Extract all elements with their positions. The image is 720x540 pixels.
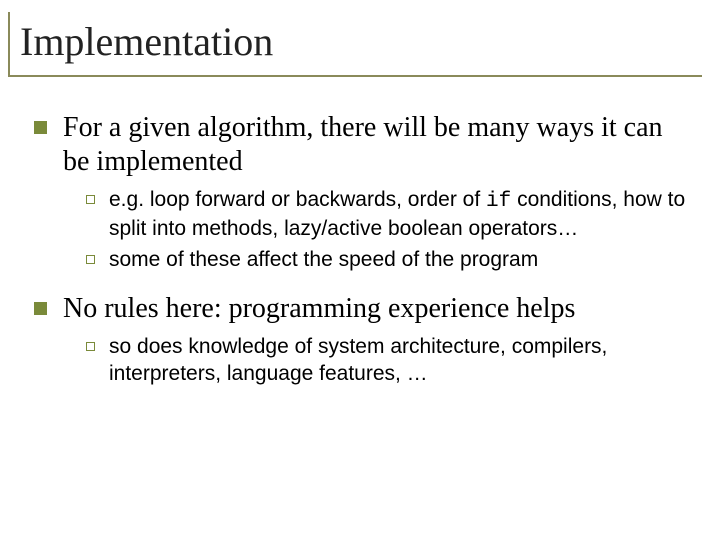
hollow-square-bullet-icon xyxy=(86,342,95,351)
subbullet-group: e.g. loop forward or backwards, order of… xyxy=(34,187,690,274)
slide-content: For a given algorithm, there will be man… xyxy=(6,111,702,388)
square-bullet-icon xyxy=(34,121,47,134)
hollow-square-bullet-icon xyxy=(86,255,95,264)
square-bullet-icon xyxy=(34,302,47,315)
bullet-level2: so does knowledge of system architecture… xyxy=(86,334,690,388)
subbullet-text: some of these affect the speed of the pr… xyxy=(109,247,538,274)
title-container: Implementation xyxy=(8,12,702,77)
bullet-level1: For a given algorithm, there will be man… xyxy=(34,111,690,179)
bullet-level2: some of these affect the speed of the pr… xyxy=(86,247,690,274)
subbullet-group: so does knowledge of system architecture… xyxy=(34,334,690,388)
bullet-text: No rules here: programming experience he… xyxy=(63,292,575,326)
slide-title: Implementation xyxy=(20,18,702,65)
bullet-level1: No rules here: programming experience he… xyxy=(34,292,690,326)
hollow-square-bullet-icon xyxy=(86,195,95,204)
subbullet-text: e.g. loop forward or backwards, order of… xyxy=(109,187,690,243)
bullet-text: For a given algorithm, there will be man… xyxy=(63,111,690,179)
slide: Implementation For a given algorithm, th… xyxy=(0,0,720,540)
subbullet-text: so does knowledge of system architecture… xyxy=(109,334,690,388)
bullet-level2: e.g. loop forward or backwards, order of… xyxy=(86,187,690,243)
